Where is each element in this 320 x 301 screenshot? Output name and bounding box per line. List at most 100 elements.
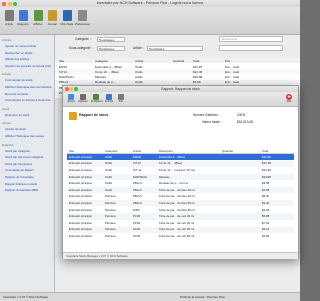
table-row[interactable]: Entrepôt principal Outils KIT 12 Kit de 12 … bbox=[67, 167, 294, 174]
toolbar-label: Préférences bbox=[75, 22, 91, 26]
column-header[interactable]: Site bbox=[69, 149, 74, 153]
report-table: Site Catégorie Article Description Quantité T… bbox=[67, 148, 294, 242]
sidebar-item[interactable]: Afficher l'historique des commandes bbox=[5, 85, 51, 89]
table-row[interactable]: Entrepôt principal Outils ENSP Ensemble d..… bbox=[67, 154, 294, 161]
table-cell: $4.95 bbox=[262, 233, 270, 238]
table-cell: ENSP bbox=[59, 64, 68, 69]
table-cell: PLVR bbox=[133, 227, 141, 232]
toolbar-label: Afficher bbox=[33, 22, 43, 26]
toolbar-reports-button[interactable]: Rapports bbox=[16, 9, 30, 31]
table-cell: $23.88 bbox=[262, 174, 271, 179]
table-cell: Tube de pei... de bleu 20 ml bbox=[159, 187, 195, 192]
table-cell: Entrepôt principal bbox=[69, 167, 92, 172]
sidebar-item[interactable]: Recevoir du stock bbox=[5, 92, 28, 96]
table-row[interactable]: Entrepôt principal Peinture PBLL5 Tube de p… bbox=[67, 193, 294, 200]
table-cell: Peinture bbox=[105, 207, 116, 212]
table-cell: Outils bbox=[135, 69, 143, 74]
report-email-button[interactable]: Courriel bbox=[104, 93, 114, 105]
table-row[interactable]: Entrepôt principal Peinture PINC Tube de pe… bbox=[67, 206, 294, 214]
help-button[interactable]: ✚ Aide bbox=[284, 93, 294, 105]
table-cell: Outils bbox=[105, 187, 113, 192]
sidebar-item[interactable]: Rechercher un article bbox=[5, 51, 32, 55]
table-cell: Peinture bbox=[105, 194, 116, 199]
table-cell: Ent... cuail bbox=[225, 64, 240, 69]
report-preview-button[interactable]: Aperçu bbox=[66, 93, 76, 105]
sidebar-item[interactable]: Rapport d'inventaire MRN bbox=[5, 188, 38, 192]
table-row[interactable]: Entrepôt principal Outils PBLL5 Rouleau de … bbox=[67, 180, 294, 187]
toolbar-journal-button[interactable]: Journal bbox=[45, 9, 59, 31]
sidebar-item[interactable]: Commander du stock bbox=[5, 78, 32, 82]
report-save-button[interactable]: Enregistrer bbox=[91, 93, 103, 105]
column-header[interactable]: Article bbox=[133, 149, 141, 153]
table-cell: PBLL5 bbox=[133, 187, 142, 192]
table-row[interactable]: MARTEAU Marteau Outils $23.88 Ent... cuail bbox=[55, 74, 300, 80]
report-print-button[interactable]: Imprimer bbox=[78, 93, 88, 105]
column-header[interactable]: Quantité bbox=[173, 59, 184, 63]
sidebar-item[interactable]: Rapport de l'inventaire bbox=[5, 175, 34, 179]
subcategory-select[interactable]: Tous/toutes bbox=[97, 45, 125, 51]
table-cell: Rouleau de p... bbox=[95, 80, 116, 85]
table-row[interactable]: ENSP Ensemble d... (Bleu) Outils $11.99 Ent.… bbox=[55, 64, 300, 69]
table-cell: Ent... cuail bbox=[225, 80, 240, 85]
status-company: Profil de la société : Peinture Plus bbox=[180, 295, 225, 299]
table-cell: PLVR bbox=[133, 220, 141, 225]
table-cell: PBLL5 bbox=[133, 194, 142, 199]
toolbar-view-button[interactable]: Afficher bbox=[31, 9, 45, 31]
toolbar-nch-suite-button[interactable]: NCH Suite bbox=[60, 9, 74, 31]
sidebar-section-header: Rapports bbox=[2, 142, 14, 147]
table-row[interactable]: KIT12 Kit de 12 ... (Bleu) Outils $12.38 Ent… bbox=[55, 69, 300, 75]
sidebar-item[interactable]: Stock par fournisseur bbox=[5, 162, 32, 166]
column-header[interactable]: Total bbox=[193, 59, 199, 63]
toolbar-label: Journal bbox=[47, 22, 57, 26]
filter-bar: Catégorie : Tous/toutes Sous-catégorie :… bbox=[55, 35, 300, 57]
article-select[interactable]: Tous/toutes bbox=[147, 45, 203, 51]
sidebar-item[interactable]: Afficher l'historique des ventes bbox=[5, 134, 44, 138]
report-toolbar-label: Aperçu bbox=[67, 100, 75, 103]
journal-icon bbox=[47, 10, 57, 21]
table-cell: $23.88 bbox=[193, 75, 203, 80]
table-row[interactable]: Entrepôt principal Outils MARTEAU Marteau $2… bbox=[67, 173, 294, 181]
column-header[interactable]: Catégorie bbox=[95, 59, 108, 63]
column-header[interactable]: Quantité bbox=[222, 149, 233, 153]
secondary-search-input[interactable] bbox=[219, 45, 283, 51]
sidebar-item[interactable]: Ajouter un nouvel article bbox=[5, 44, 36, 48]
table-cell: Ensemble d... (Bleu) bbox=[95, 64, 123, 69]
column-header[interactable]: Total bbox=[262, 149, 268, 153]
sidebar-item[interactable]: Commander en articles à stock bas bbox=[5, 98, 50, 102]
category-select[interactable]: Tous/toutes bbox=[97, 36, 125, 42]
sidebar-item[interactable]: Stock par catégorie bbox=[5, 149, 30, 153]
sidebar-item[interactable]: Stock par site et par catégorie bbox=[5, 155, 43, 159]
search-input[interactable]: Rechercher bbox=[219, 36, 283, 42]
toolbar-preferences-button[interactable]: Préférences bbox=[75, 9, 91, 31]
report-toolbar: ✚ Aide Aperçu Imprimer Enregistrer Courriel… bbox=[63, 92, 298, 107]
toolbar-label: Article bbox=[5, 22, 13, 26]
table-cell: Outils bbox=[105, 154, 113, 159]
sidebar-item[interactable]: Vendre du stock bbox=[5, 127, 26, 131]
column-header[interactable]: Article bbox=[135, 59, 143, 63]
table-cell: Outils bbox=[105, 161, 113, 166]
table-row[interactable]: Entrepôt principal Peinture PLVR Tube de pe… bbox=[67, 213, 294, 220]
column-header[interactable]: Catégorie bbox=[105, 149, 118, 153]
table-cell: PLVR bbox=[133, 214, 141, 219]
table-cell: Kit de 12 ... (Bleu) bbox=[159, 161, 183, 166]
sidebar-item[interactable]: Afficher les articles bbox=[5, 57, 29, 61]
sidebar-item[interactable]: Retourner du stock bbox=[5, 113, 29, 117]
sidebar-item[interactable]: Importer les produits du format CSV bbox=[5, 64, 51, 68]
table-row[interactable]: Entrepôt principal Outils PBLL5 Tube de pei… bbox=[67, 187, 294, 194]
table-cell: $11.99 bbox=[262, 154, 271, 159]
sidebar-item[interactable]: Commande du Report bbox=[5, 168, 33, 172]
sidebar-item[interactable]: Rapport Articles en stock bbox=[5, 182, 37, 186]
table-cell: $12.38 bbox=[262, 167, 271, 172]
table-row[interactable]: Entrepôt principal Peinture PBLL5 Tube de p… bbox=[67, 200, 294, 207]
toolbar-article-button[interactable]: Article bbox=[2, 9, 16, 31]
table-row[interactable]: Entrepôt principal Peinture PLVR Tube de pe… bbox=[67, 226, 294, 233]
table-row[interactable]: Entrepôt principal Peinture PLVR Tube de pe… bbox=[67, 220, 294, 227]
column-header[interactable]: Site bbox=[59, 59, 64, 63]
table-cell: MARTEAU bbox=[59, 75, 74, 80]
report-fax-button[interactable]: Fax bbox=[116, 93, 126, 105]
table-cell: Rouleau de p... 24 mm bbox=[159, 181, 189, 186]
table-row[interactable]: Entrepôt principal Peinture PLVR Tube de pe… bbox=[67, 233, 294, 240]
column-header[interactable]: Prix bbox=[225, 59, 230, 63]
column-header[interactable]: Description bbox=[159, 149, 173, 153]
table-row[interactable]: Entrepôt principal Outils KIT12 Kit de 12 .… bbox=[67, 160, 294, 167]
